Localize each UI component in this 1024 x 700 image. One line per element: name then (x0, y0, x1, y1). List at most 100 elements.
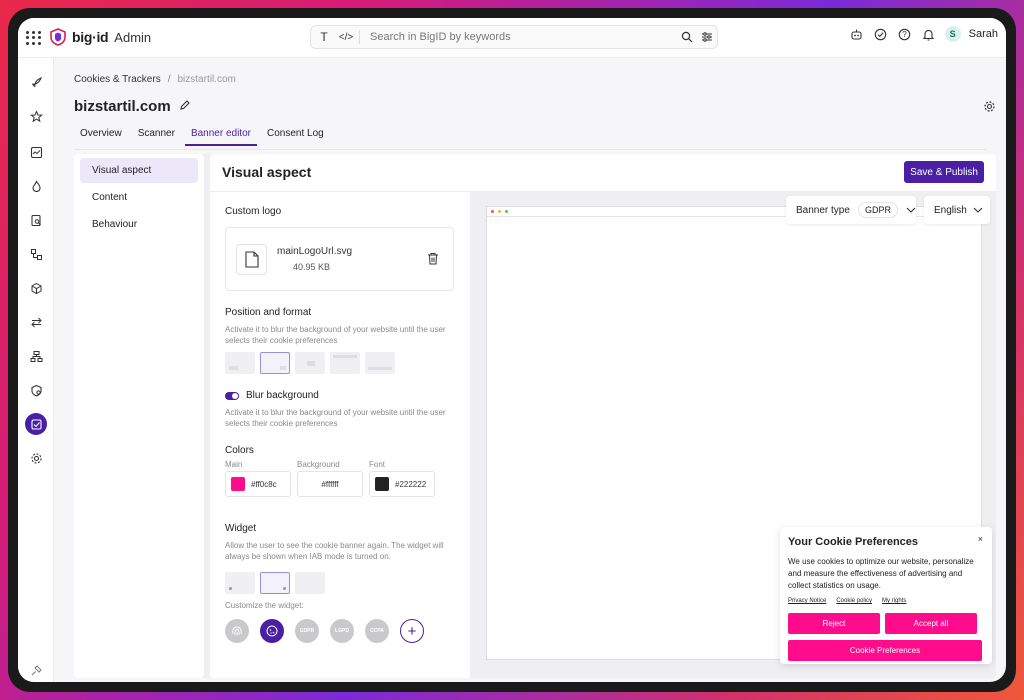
main-color-label: Main (225, 460, 243, 469)
sidebar-item-behaviour[interactable]: Behaviour (80, 212, 198, 237)
widget-option-left[interactable] (225, 572, 255, 594)
cookie-policy-link[interactable]: Cookie policy (836, 598, 872, 604)
search-icon[interactable] (677, 31, 697, 43)
lgpd-badge[interactable]: LGPD (330, 619, 354, 643)
close-icon[interactable]: × (978, 534, 983, 544)
widget-option-right[interactable] (260, 572, 290, 594)
help-icon[interactable]: ? (897, 26, 913, 42)
position-option-top-bar[interactable] (330, 352, 360, 374)
cube-icon[interactable] (26, 278, 46, 298)
banner-type-select[interactable]: Banner type GDPR (786, 196, 916, 224)
cookie-badge[interactable] (260, 619, 284, 643)
shield-icon[interactable] (26, 380, 46, 400)
position-options (225, 352, 455, 374)
device-frame: big·id Admin T </> Search in BigID by ke… (8, 8, 1016, 692)
breadcrumb-current: bizstartil.com (177, 74, 236, 85)
blur-description: Activate it to blur the background of yo… (225, 408, 446, 428)
chart-icon[interactable] (26, 142, 46, 162)
tab-banner-editor[interactable]: Banner editor (184, 128, 257, 146)
bell-icon[interactable] (921, 26, 937, 42)
my-rights-link[interactable]: My rights (882, 598, 906, 604)
add-widget-icon[interactable]: + (400, 619, 424, 643)
flame-icon[interactable] (26, 176, 46, 196)
cookie-banner: Your Cookie Preferences × We use cookies… (780, 527, 992, 664)
file-icon (236, 244, 267, 275)
svg-text:?: ? (902, 30, 907, 39)
text-mode-icon[interactable]: T (315, 28, 333, 46)
filter-icon[interactable] (697, 31, 717, 43)
consent-icon[interactable] (25, 413, 47, 435)
main-color-value: #ff0c8c (251, 479, 277, 489)
widget-option-none[interactable] (295, 572, 325, 594)
settings-icon[interactable] (26, 448, 46, 468)
gear-icon[interactable] (983, 100, 996, 116)
transfer-icon[interactable] (26, 312, 46, 332)
chevron-down-icon[interactable] (973, 205, 983, 216)
cookie-preferences-button[interactable]: Cookie Preferences (788, 640, 982, 661)
tab-consent-log[interactable]: Consent Log (261, 128, 330, 146)
language-select[interactable]: English (924, 196, 990, 224)
widget-badges: GDPR LGPD CCPA + (225, 619, 455, 643)
brand[interactable]: big·id Admin (50, 28, 151, 46)
page-title: bizstartil.com (74, 98, 171, 115)
widget-description: Allow the user to see the cookie banner … (225, 541, 444, 561)
user-name[interactable]: Sarah (969, 28, 998, 40)
accept-all-button[interactable]: Accept all (885, 613, 977, 634)
color-fields: Main #ff0c8c Background #ffffff Font #22… (225, 460, 455, 497)
position-option-bottom-right[interactable] (260, 352, 290, 374)
search-bar[interactable]: T </> Search in BigID by keywords (310, 25, 718, 49)
bigid-logo-icon (50, 28, 66, 46)
sidebar-item-content[interactable]: Content (80, 185, 198, 210)
hierarchy-icon[interactable] (26, 346, 46, 366)
preview-area: Your Cookie Preferences × We use cookies… (470, 192, 996, 678)
section-title: Visual aspect (222, 164, 312, 180)
cookie-links: Privacy Notice Cookie policy My rights (788, 598, 984, 604)
sidebar-item-visual-aspect[interactable]: Visual aspect (80, 158, 198, 183)
report-search-icon[interactable] (26, 210, 46, 230)
background-color-field[interactable]: #ffffff (297, 471, 363, 497)
tab-scanner[interactable]: Scanner (132, 128, 181, 146)
cookie-banner-title: Your Cookie Preferences (788, 536, 919, 548)
privacy-notice-link[interactable]: Privacy Notice (788, 598, 826, 604)
blur-toggle[interactable] (225, 391, 239, 400)
check-circle-icon[interactable] (873, 26, 889, 42)
robot-icon[interactable] (849, 26, 865, 42)
tabs-divider (74, 149, 986, 150)
breadcrumb-parent[interactable]: Cookies & Trackers (74, 74, 161, 85)
pin-icon[interactable] (26, 660, 46, 680)
reject-button[interactable]: Reject (788, 613, 880, 634)
blur-label: Blur background (246, 390, 319, 401)
editor-sidebar: Visual aspect Content Behaviour (74, 154, 204, 678)
main-color-swatch[interactable] (231, 477, 245, 491)
rocket-icon[interactable] (26, 72, 46, 92)
font-color-label: Font (369, 460, 386, 469)
save-publish-button[interactable]: Save & Publish (904, 161, 984, 183)
widget-options (225, 572, 455, 594)
avatar[interactable]: S (944, 26, 961, 42)
data-map-icon[interactable] (26, 244, 46, 264)
custom-logo-heading: Custom logo (225, 206, 282, 217)
main-color-field[interactable]: #ff0c8c (225, 471, 291, 497)
ccpa-badge[interactable]: CCPA (365, 619, 389, 643)
edit-pencil-icon[interactable] (179, 98, 191, 115)
fingerprint-badge[interactable] (225, 619, 249, 643)
position-option-bottom-bar[interactable] (365, 352, 395, 374)
file-name: mainLogoUrl.svg (277, 246, 353, 257)
page-title-row: bizstartil.com (74, 98, 191, 115)
search-input[interactable]: Search in BigID by keywords (370, 31, 677, 43)
star-icon[interactable] (26, 106, 46, 126)
position-heading: Position and format (225, 307, 312, 318)
trash-icon[interactable] (427, 252, 439, 268)
banner-type-value[interactable]: GDPR (857, 202, 898, 218)
chevron-down-icon[interactable] (906, 205, 916, 216)
font-color-field[interactable]: #222222 (369, 471, 435, 497)
position-option-center[interactable] (295, 352, 325, 374)
font-color-swatch[interactable] (375, 477, 389, 491)
tab-overview[interactable]: Overview (74, 128, 128, 146)
position-option-bottom-left[interactable] (225, 352, 255, 374)
customize-widget-label: Customize the widget: (225, 601, 304, 610)
code-mode-icon[interactable]: </> (337, 28, 355, 46)
editor-main: Visual aspect Save & Publish Custom logo… (210, 154, 996, 678)
apps-grid-icon[interactable] (24, 29, 42, 47)
gdpr-badge[interactable]: GDPR (295, 619, 319, 643)
